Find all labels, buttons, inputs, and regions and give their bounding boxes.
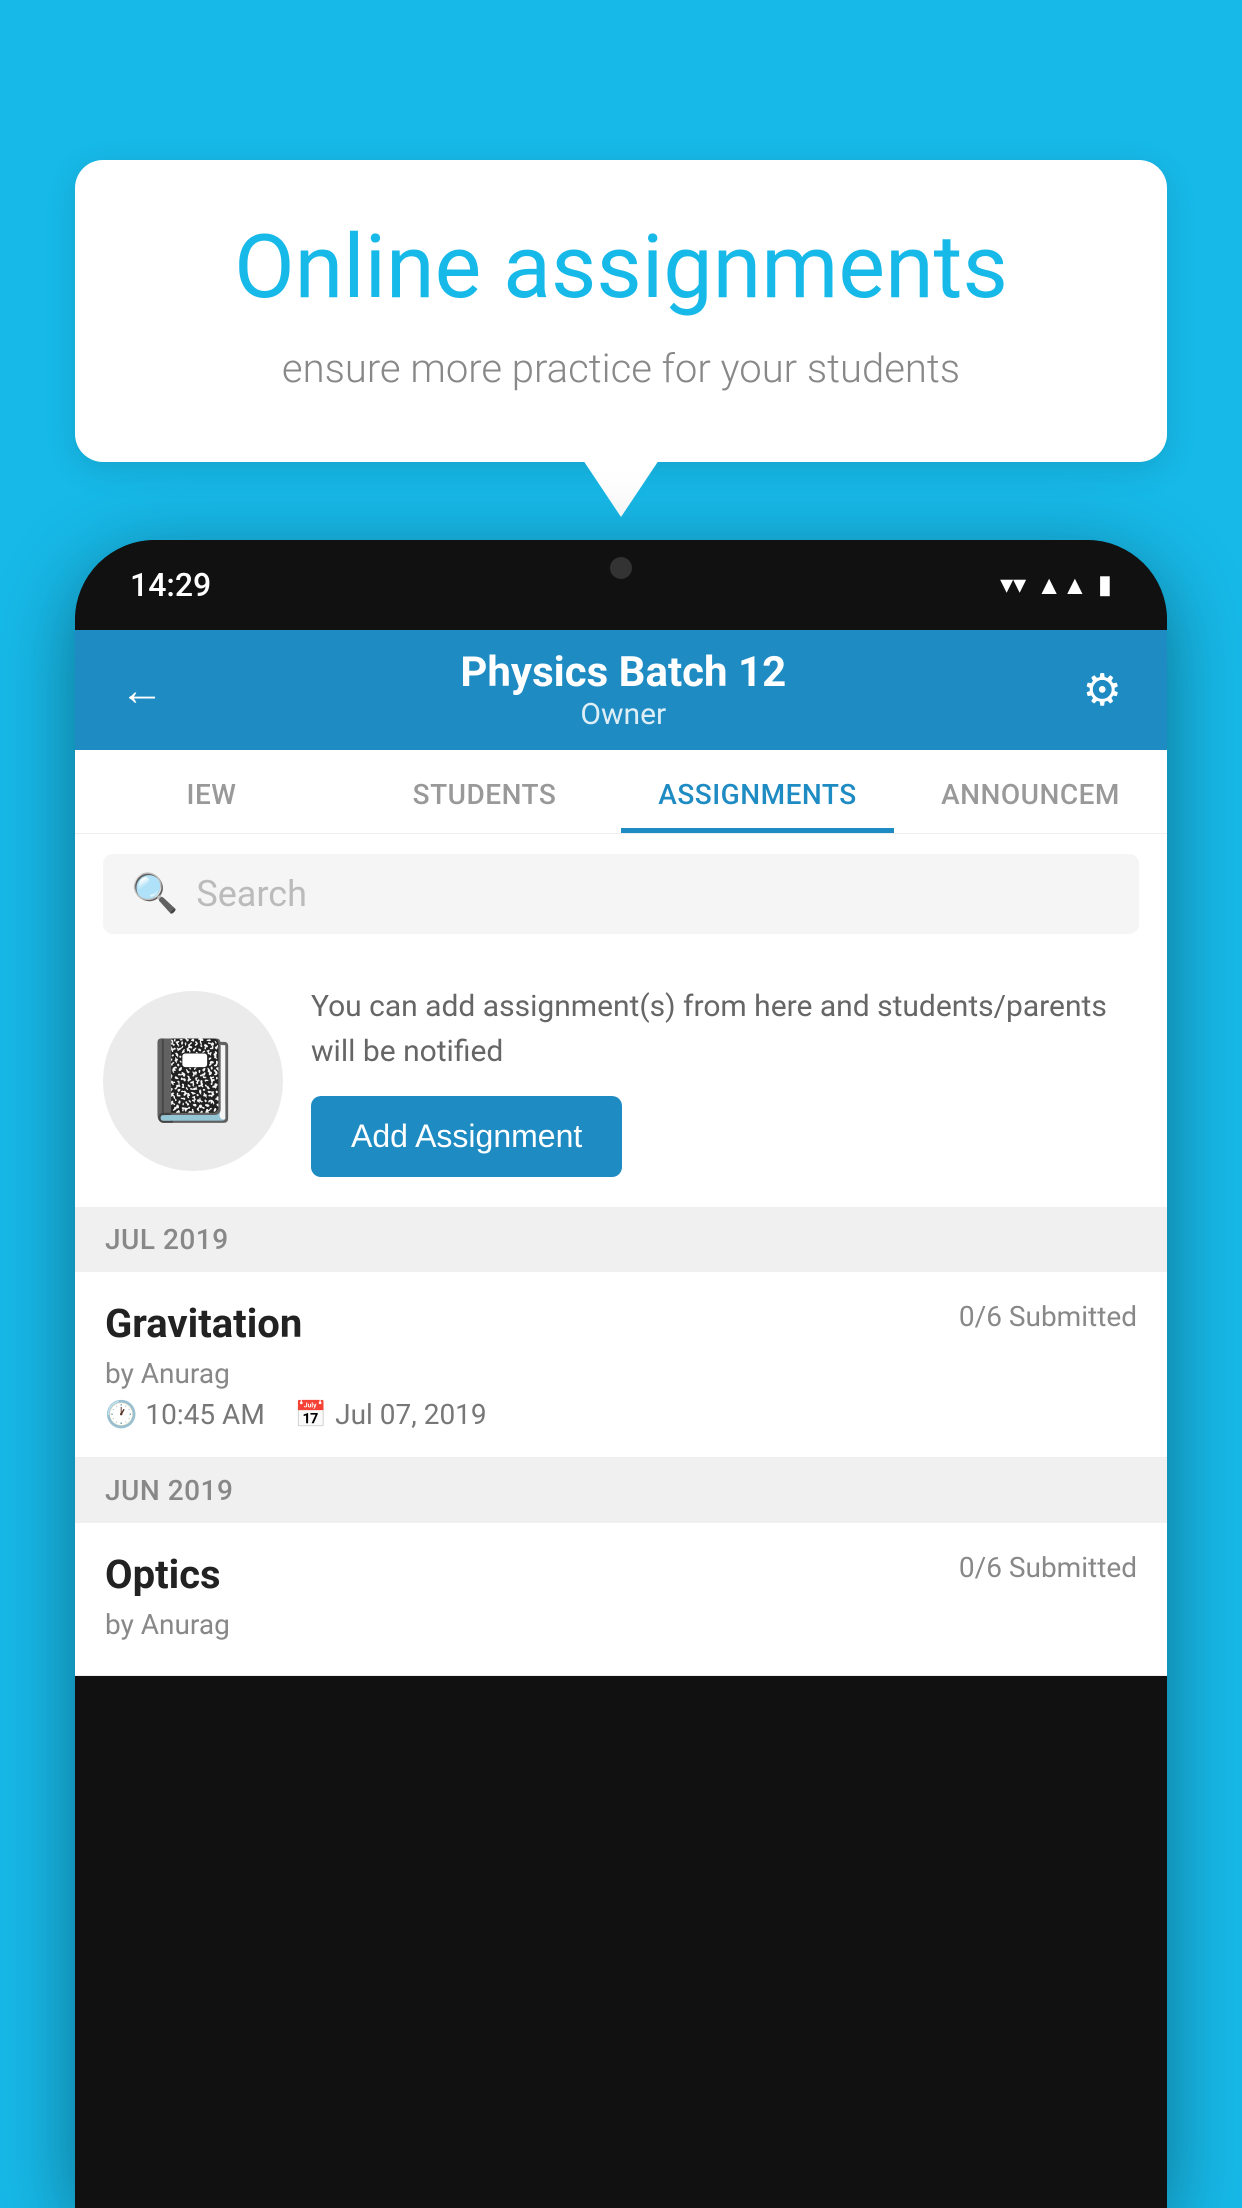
- app-content: 🔍 Search 📓 You can add assignment(s) fro…: [75, 834, 1167, 1676]
- info-card: 📓 You can add assignment(s) from here an…: [75, 954, 1167, 1207]
- section-jul-2019: JUL 2019: [75, 1207, 1167, 1272]
- date-item: 📅 Jul 07, 2019: [295, 1398, 487, 1431]
- calendar-icon: 📅: [295, 1400, 327, 1430]
- signal-icon: ▲▲: [1036, 570, 1087, 601]
- search-icon: 🔍: [131, 872, 178, 916]
- assignment-time-row: 🕐 10:45 AM 📅 Jul 07, 2019: [105, 1398, 1137, 1431]
- tab-announcements[interactable]: ANNOUNCEM: [894, 750, 1167, 833]
- search-placeholder: Search: [196, 873, 307, 915]
- header-subtitle: Owner: [460, 697, 786, 732]
- optics-submitted-badge: 0/6 Submitted: [959, 1551, 1137, 1584]
- status-bar: 14:29 ▾▾ ▲▲ ▮: [75, 540, 1167, 630]
- assignment-name: Gravitation: [105, 1300, 302, 1347]
- section-jun-2019: JUN 2019: [75, 1458, 1167, 1523]
- notebook-icon: 📓: [143, 1034, 243, 1128]
- status-time: 14:29: [130, 566, 211, 604]
- wifi-icon: ▾▾: [1000, 570, 1026, 600]
- header-center: Physics Batch 12 Owner: [460, 648, 786, 732]
- app-header: ← Physics Batch 12 Owner ⚙: [75, 630, 1167, 750]
- tab-bar: IEW STUDENTS ASSIGNMENTS ANNOUNCEM: [75, 750, 1167, 834]
- back-button[interactable]: ←: [120, 664, 164, 716]
- camera: [610, 557, 632, 579]
- assignment-optics-top-row: Optics 0/6 Submitted: [105, 1551, 1137, 1598]
- info-text-area: You can add assignment(s) from here and …: [311, 984, 1137, 1177]
- phone-notch: [541, 540, 701, 595]
- add-assignment-button[interactable]: Add Assignment: [311, 1096, 622, 1177]
- search-bar[interactable]: 🔍 Search: [103, 854, 1139, 934]
- settings-icon[interactable]: ⚙: [1083, 664, 1122, 716]
- assignment-author: by Anurag: [105, 1357, 1137, 1390]
- search-container: 🔍 Search: [75, 834, 1167, 954]
- assignment-top-row: Gravitation 0/6 Submitted: [105, 1300, 1137, 1347]
- assignment-gravitation[interactable]: Gravitation 0/6 Submitted by Anurag 🕐 10…: [75, 1272, 1167, 1458]
- optics-author: by Anurag: [105, 1608, 1137, 1641]
- tab-students[interactable]: STUDENTS: [348, 750, 621, 833]
- assignment-optics[interactable]: Optics 0/6 Submitted by Anurag: [75, 1523, 1167, 1676]
- time-item: 🕐 10:45 AM: [105, 1398, 265, 1431]
- battery-icon: ▮: [1098, 570, 1112, 600]
- phone-frame: 14:29 ▾▾ ▲▲ ▮ ← Physics Batch 12 Owner ⚙…: [75, 540, 1167, 2208]
- status-icons: ▾▾ ▲▲ ▮: [1000, 570, 1112, 601]
- assignment-date: Jul 07, 2019: [335, 1398, 487, 1431]
- submitted-badge: 0/6 Submitted: [959, 1300, 1137, 1333]
- info-icon-circle: 📓: [103, 991, 283, 1171]
- header-title: Physics Batch 12: [460, 648, 786, 697]
- bubble-subtitle: ensure more practice for your students: [145, 345, 1097, 392]
- info-description: You can add assignment(s) from here and …: [311, 984, 1137, 1074]
- bubble-title: Online assignments: [145, 220, 1097, 317]
- clock-icon: 🕐: [105, 1400, 137, 1430]
- assignment-time: 10:45 AM: [145, 1398, 264, 1431]
- assignment-optics-name: Optics: [105, 1551, 221, 1598]
- tab-iew[interactable]: IEW: [75, 750, 348, 833]
- tab-assignments[interactable]: ASSIGNMENTS: [621, 750, 894, 833]
- speech-bubble: Online assignments ensure more practice …: [75, 160, 1167, 462]
